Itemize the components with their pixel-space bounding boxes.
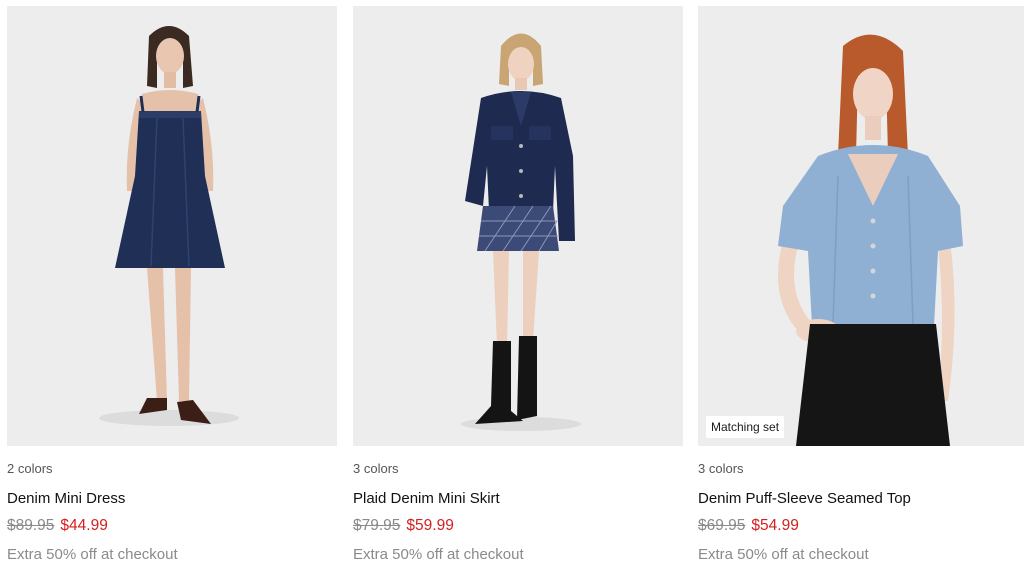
product-name[interactable]: Plaid Denim Mini Skirt bbox=[353, 490, 683, 508]
promo-text: Extra 50% off at checkout bbox=[7, 546, 178, 563]
product-card[interactable]: 2 colors Denim Mini Dress $89.95 $44.99 E… bbox=[7, 6, 337, 564]
model-photo bbox=[7, 6, 337, 446]
product-name[interactable]: Denim Mini Dress bbox=[7, 490, 337, 508]
product-card[interactable]: Matching set 3 colors Denim Puff-Sleeve … bbox=[698, 6, 1024, 564]
price-row: $79.95 $59.99 bbox=[353, 517, 683, 535]
original-price: $89.95 bbox=[7, 517, 55, 534]
color-count: 2 colors bbox=[7, 461, 53, 476]
model-photo bbox=[353, 6, 683, 446]
color-count: 3 colors bbox=[698, 461, 744, 476]
color-count: 3 colors bbox=[353, 461, 399, 476]
sale-price: $44.99 bbox=[60, 517, 108, 534]
price-row: $89.95 $44.99 bbox=[7, 517, 337, 535]
price-row: $69.95 $54.99 bbox=[698, 517, 1024, 535]
product-image-denim-mini-dress[interactable] bbox=[7, 6, 337, 446]
sale-price: $54.99 bbox=[751, 517, 799, 534]
sale-price: $59.99 bbox=[406, 517, 454, 534]
original-price: $69.95 bbox=[698, 517, 746, 534]
promo-text: Extra 50% off at checkout bbox=[353, 546, 524, 563]
matching-set-badge: Matching set bbox=[706, 416, 785, 438]
model-photo bbox=[698, 6, 1024, 446]
product-grid: 2 colors Denim Mini Dress $89.95 $44.99 E… bbox=[0, 0, 1024, 577]
product-image-plaid-denim-mini-skirt[interactable] bbox=[353, 6, 683, 446]
product-image-denim-puff-sleeve-seamed-top[interactable]: Matching set bbox=[698, 6, 1024, 446]
original-price: $79.95 bbox=[353, 517, 401, 534]
product-card[interactable]: 3 colors Plaid Denim Mini Skirt $79.95 $5… bbox=[353, 6, 683, 564]
product-name[interactable]: Denim Puff-Sleeve Seamed Top bbox=[698, 490, 1024, 508]
promo-text: Extra 50% off at checkout bbox=[698, 546, 869, 563]
